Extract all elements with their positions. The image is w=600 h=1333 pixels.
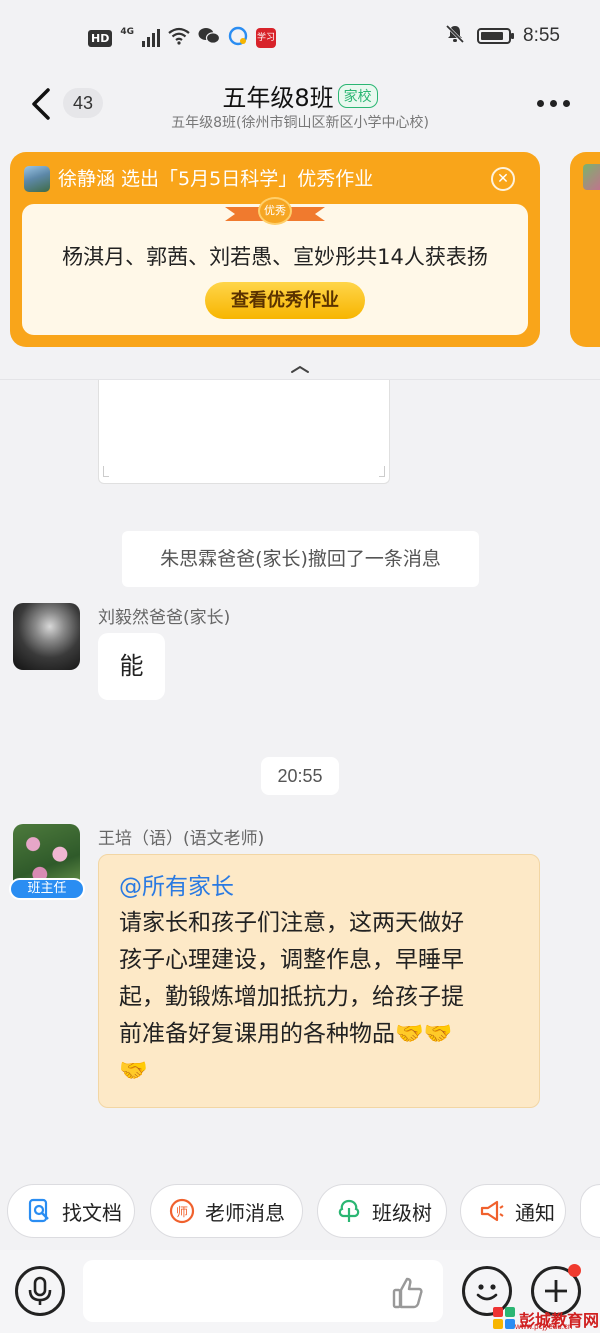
voice-input-button[interactable] <box>15 1266 65 1316</box>
svg-text:师: 师 <box>176 1205 188 1219</box>
avatar[interactable] <box>13 603 80 670</box>
message-bubble[interactable]: 能 <box>98 633 165 700</box>
watermark-logo-icon <box>493 1307 517 1331</box>
app-notification-icon: 学习 <box>256 28 276 48</box>
class-tree-label: 班级树 <box>372 1200 432 1225</box>
excellent-badge-icon: 优秀 <box>225 197 325 225</box>
chat-header: 43 五年级8班 家校 五年级8班(徐州市铜山区新区小学中心校) <box>0 72 600 137</box>
excellent-homework-banner[interactable]: 徐静涵 选出「5月5日科学」优秀作业 ✕ 杨淇月、郭茜、刘若愚、宣妙彤共14人获… <box>10 152 540 347</box>
microphone-icon <box>28 1276 52 1305</box>
chat-bubble-icon <box>228 26 248 50</box>
close-icon[interactable]: ✕ <box>491 167 515 191</box>
class-tree-button[interactable]: 班级树 <box>317 1184 447 1238</box>
message-input[interactable] <box>83 1260 443 1322</box>
teacher-icon: 师 <box>169 1198 195 1224</box>
page-title: 五年级8班 <box>222 84 334 112</box>
network-type: 4G <box>120 27 134 37</box>
thumbs-up-icon[interactable] <box>390 1275 426 1311</box>
new-badge-dot <box>568 1264 581 1277</box>
notice-button[interactable]: 通知 <box>460 1184 566 1238</box>
tree-icon <box>338 1199 360 1222</box>
page-subtitle: 五年级8班(徐州市铜山区新区小学中心校) <box>171 115 429 131</box>
message-line: 🤝 <box>119 1058 148 1084</box>
more-quick-action[interactable] <box>580 1184 600 1238</box>
recall-notice: 朱思霖爸爸(家长)撤回了一条消息 <box>122 531 479 587</box>
teacher-messages-button[interactable]: 师 老师消息 <box>150 1184 303 1238</box>
message-line: 起，勤锻炼增加抵抗力，给孩子提 <box>119 984 464 1010</box>
more-options-button[interactable] <box>537 100 570 107</box>
selector-avatar <box>24 166 50 192</box>
role-badge: 班主任 <box>9 878 85 900</box>
view-excellent-homework-button[interactable]: 查看优秀作业 <box>205 282 365 319</box>
notice-message-bubble[interactable]: @所有家长 请家长和孩子们注意，这两天做好 孩子心理建设，调整作息，早睡早 起，… <box>98 854 540 1108</box>
wifi-icon <box>168 27 190 49</box>
mention-all-link[interactable]: @所有家长 <box>119 869 519 905</box>
find-docs-label: 找文档 <box>62 1200 122 1225</box>
notice-label: 通知 <box>515 1200 555 1225</box>
wechat-icon <box>198 27 221 49</box>
message-line: 前准备好复课用的各种物品🤝🤝 <box>119 1021 453 1047</box>
next-banner-card[interactable] <box>570 152 600 347</box>
status-bar: HD 4G 学习 8:55 <box>0 0 600 72</box>
teacher-messages-label: 老师消息 <box>205 1200 285 1225</box>
watermark-url: www.pcjyedu.cn <box>515 1322 573 1331</box>
hd-indicator: HD <box>88 29 113 47</box>
badge-label: 优秀 <box>258 197 292 225</box>
message-line: 请家长和孩子们注意，这两天做好 <box>119 910 464 936</box>
sender-name: 王培（语）(语文老师) <box>98 829 265 849</box>
banner-headline: 徐静涵 选出「5月5日科学」优秀作业 <box>58 168 374 190</box>
home-school-tag: 家校 <box>337 83 378 108</box>
collapse-chevron-icon[interactable] <box>289 360 311 373</box>
bell-muted-icon <box>445 24 465 48</box>
battery-icon <box>477 28 515 44</box>
sender-name: 刘毅然爸爸(家长) <box>98 608 231 628</box>
quick-actions-bar: 找文档 师 老师消息 班级树 通知 <box>0 1184 600 1238</box>
title-row: 五年级8班 家校 <box>0 78 600 113</box>
signal-icon <box>142 29 160 47</box>
message-line: 孩子心理建设，调整作息，早睡早 <box>119 947 464 973</box>
megaphone-icon <box>480 1200 504 1222</box>
doc-search-icon <box>28 1198 49 1223</box>
time-divider: 20:55 <box>261 757 339 795</box>
clock: 8:55 <box>523 25 560 46</box>
attachment-card[interactable] <box>98 380 390 484</box>
praised-students: 杨淇月、郭茜、刘若愚、宣妙彤共14人获表扬 <box>62 245 488 269</box>
find-docs-button[interactable]: 找文档 <box>7 1184 135 1238</box>
